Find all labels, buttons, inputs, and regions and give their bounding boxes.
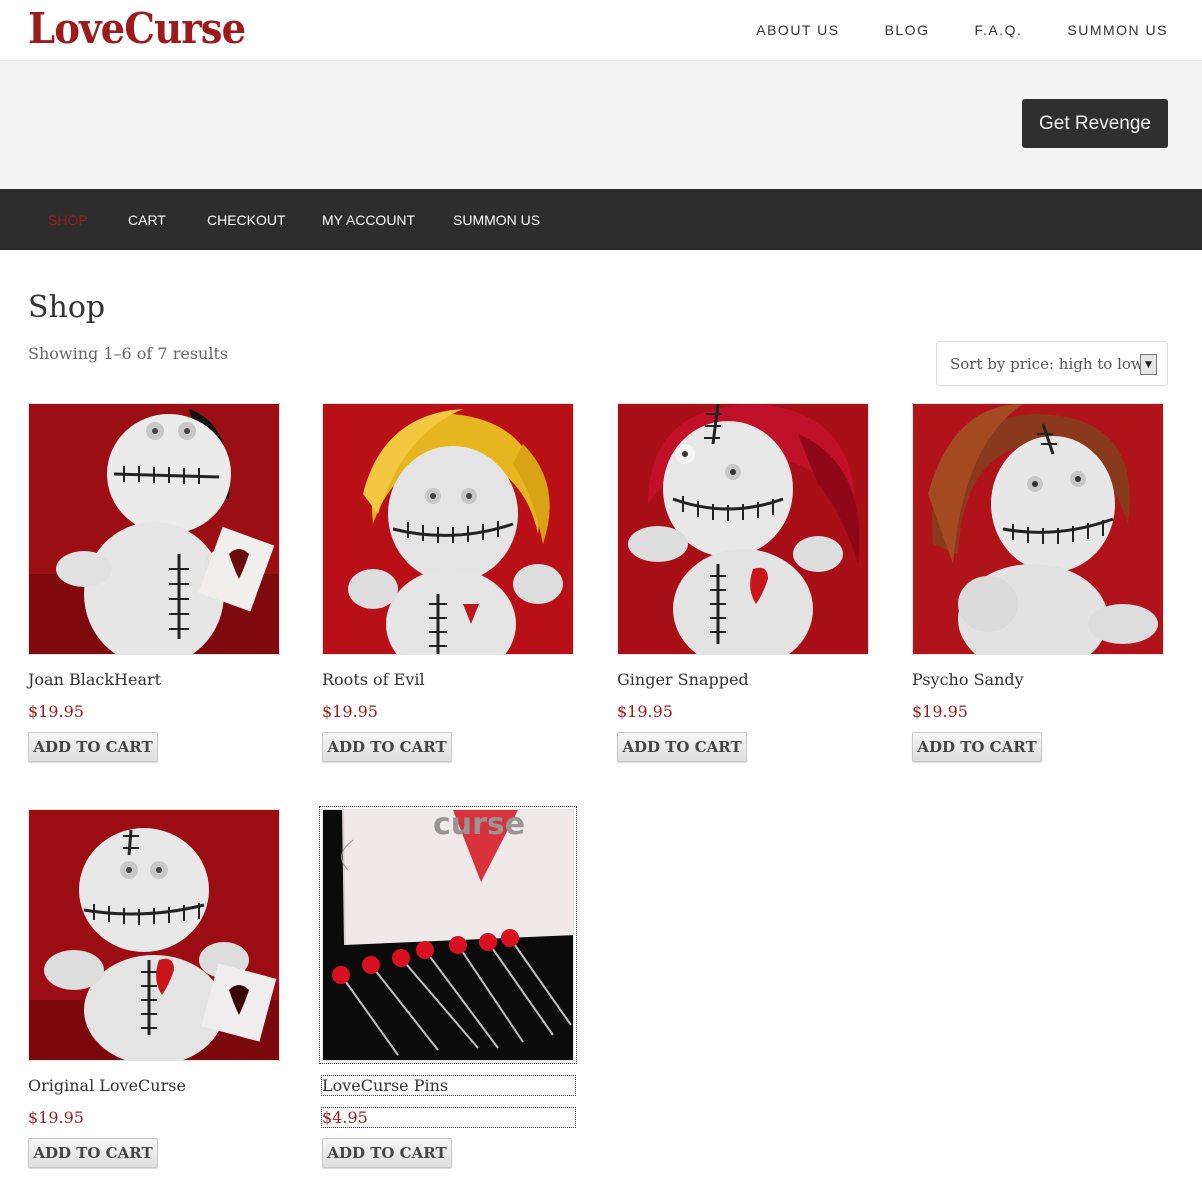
add-to-cart-button[interactable]: ADD TO CART [617, 732, 747, 762]
product-name[interactable]: LoveCurse Pins [321, 1075, 576, 1096]
product-name[interactable]: Ginger Snapped [617, 670, 749, 689]
product-name[interactable]: Psycho Sandy [912, 670, 1024, 689]
add-to-cart-button[interactable]: ADD TO CART [912, 732, 1042, 762]
product-image[interactable] [322, 403, 574, 655]
add-to-cart-button[interactable]: ADD TO CART [322, 1138, 452, 1168]
sort-select[interactable]: Sort by price: high to low ▼ [936, 341, 1168, 386]
site-header: LoveCurse ABOUT US BLOG F.A.Q. SUMMON US [0, 0, 1202, 60]
product-image[interactable] [28, 809, 280, 1061]
product-image[interactable]: curse [319, 806, 577, 1064]
product-name[interactable]: Joan BlackHeart [28, 670, 161, 689]
page-title: Shop [28, 290, 106, 325]
product-image[interactable] [912, 403, 1164, 655]
product-price: $19.95 [322, 702, 378, 721]
hero-banner: Get Revenge [0, 60, 1202, 189]
add-to-cart-button[interactable]: ADD TO CART [28, 1138, 158, 1168]
chevron-down-icon[interactable]: ▼ [1140, 354, 1157, 375]
get-revenge-button[interactable]: Get Revenge [1022, 99, 1168, 148]
product-price: $19.95 [28, 1108, 84, 1127]
top-nav-faq[interactable]: F.A.Q. [974, 22, 1022, 38]
nav-shop[interactable]: SHOP [48, 212, 88, 228]
top-nav-blog[interactable]: BLOG [885, 22, 930, 38]
nav-summon-us[interactable]: SUMMON US [453, 212, 540, 228]
product-name[interactable]: Roots of Evil [322, 670, 425, 689]
product-price: $19.95 [28, 702, 84, 721]
product-price: $19.95 [617, 702, 673, 721]
nav-my-account[interactable]: MY ACCOUNT [322, 212, 415, 228]
results-count: Showing 1–6 of 7 results [28, 344, 229, 363]
site-logo[interactable]: LoveCurse [28, 4, 246, 53]
top-navigation: ABOUT US BLOG F.A.Q. SUMMON US [711, 22, 1168, 38]
product-price: $4.95 [321, 1107, 576, 1128]
nav-checkout[interactable]: CHECKOUT [207, 212, 286, 228]
curse-print-text: curse [433, 810, 525, 842]
nav-cart[interactable]: CART [128, 212, 166, 228]
top-nav-about-us[interactable]: ABOUT US [756, 22, 839, 38]
product-name[interactable]: Original LoveCurse [28, 1076, 186, 1095]
product-price: $19.95 [912, 702, 968, 721]
sort-selected-value: Sort by price: high to low [950, 355, 1144, 373]
add-to-cart-button[interactable]: ADD TO CART [322, 732, 452, 762]
product-image[interactable] [617, 403, 869, 655]
product-image[interactable] [28, 403, 280, 655]
add-to-cart-button[interactable]: ADD TO CART [28, 732, 158, 762]
main-navigation: SHOP CART CHECKOUT MY ACCOUNT SUMMON US [0, 189, 1202, 250]
top-nav-summon-us[interactable]: SUMMON US [1067, 22, 1168, 38]
